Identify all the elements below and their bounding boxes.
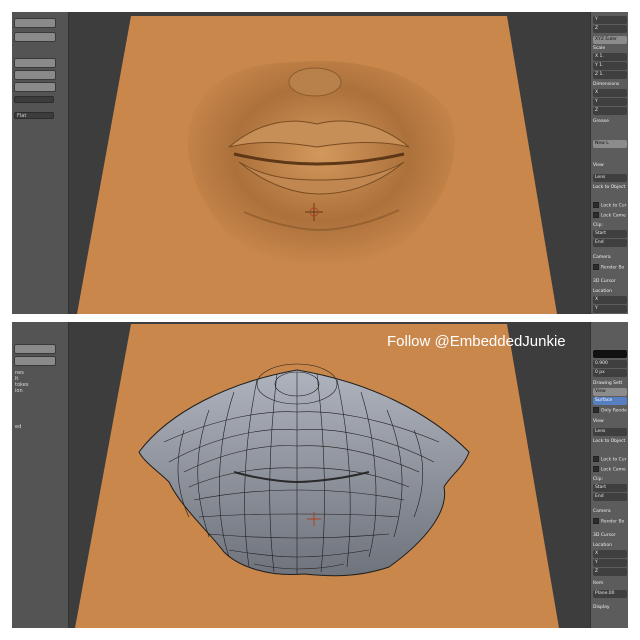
clip-end-field[interactable]: End (593, 239, 627, 247)
render-border-checkbox[interactable]: Render Bo (593, 518, 627, 526)
properties-panel: 0.900 0 px Drawing Sett View Surface Onl… (590, 322, 628, 628)
cursor-z-field[interactable]: Z (593, 568, 627, 576)
prop-field[interactable]: Y (593, 16, 627, 24)
color-swatch[interactable] (593, 350, 627, 358)
cursor-y-field[interactable]: Y (593, 305, 627, 313)
philtrum-bump (288, 67, 342, 97)
rotation-mode-select[interactable]: XYZ Euler (593, 36, 627, 44)
camera-header[interactable]: Camera (593, 508, 627, 516)
view-header[interactable]: View (593, 418, 627, 426)
properties-panel: Y Z XYZ Euler Scale X 1. Y 1. Z 1. Dimen… (590, 12, 628, 314)
tool-button[interactable] (14, 356, 56, 366)
dim-z-field[interactable]: Z (593, 107, 627, 115)
3d-cursor-header[interactable]: 3D Cursor (593, 278, 627, 286)
3d-cursor-header[interactable]: 3D Cursor (593, 532, 627, 540)
3d-viewport[interactable] (69, 322, 590, 628)
cursor-x-field[interactable]: X (593, 296, 627, 304)
clip-start-field[interactable]: Start (593, 230, 627, 238)
watermark-text: Follow @EmbeddedJunkie (387, 333, 566, 350)
lock-to-cursor-checkbox[interactable]: Lock to Cur (593, 456, 627, 464)
cursor-y-field[interactable]: Y (593, 559, 627, 567)
tool-field[interactable] (14, 96, 54, 103)
prop-label: Lock to Object (593, 439, 626, 444)
tool-label: ed (15, 424, 22, 430)
prop-field[interactable]: Z (593, 25, 627, 33)
mesh-scene (75, 324, 559, 628)
tool-button[interactable] (14, 70, 56, 80)
tool-label: ion (15, 388, 23, 394)
prop-label: Lock to Object (593, 185, 626, 190)
flat-field[interactable]: Flat (14, 112, 54, 119)
sculpt-scene (77, 16, 557, 314)
prop-label: Location (593, 289, 613, 294)
3d-viewport[interactable] (69, 12, 590, 314)
surface-mode-button[interactable]: Surface (593, 397, 627, 405)
view-mode-button[interactable]: View (593, 388, 627, 396)
prop-label: Clip: (593, 223, 604, 228)
lens-field[interactable]: Lens (593, 428, 627, 436)
scale-y-field[interactable]: Y 1. (593, 62, 627, 70)
clip-start-field[interactable]: Start (593, 484, 627, 492)
prop-label: Dimensions (593, 82, 620, 87)
cursor-x-field[interactable]: X (593, 550, 627, 558)
item-header[interactable]: Item (593, 580, 627, 588)
tool-shelf: Flat (12, 12, 69, 314)
lock-camera-checkbox[interactable]: Lock Came (593, 466, 627, 474)
scale-z-field[interactable]: Z 1. (593, 71, 627, 79)
prop-label: Clip: (593, 477, 604, 482)
prop-label: Drawing Sett (593, 381, 623, 386)
grease-pencil-header[interactable]: Grease (593, 118, 627, 126)
lock-to-cursor-checkbox[interactable]: Lock to Cur (593, 202, 627, 210)
lock-camera-checkbox[interactable]: Lock Came (593, 212, 627, 220)
display-header[interactable]: Display (593, 604, 627, 612)
scale-x-field[interactable]: X 1. (593, 53, 627, 61)
tool-button[interactable] (14, 82, 56, 92)
bottom-blender-window: nes lt tokes ion ed 0.900 0 px Drawing S… (12, 322, 628, 628)
lens-field[interactable]: Lens (593, 174, 627, 182)
top-blender-window: Flat Y Z XYZ Euler Scale X 1. Y 1. Z 1. … (12, 12, 628, 314)
tool-button[interactable] (14, 58, 56, 68)
dim-y-field[interactable]: Y (593, 98, 627, 106)
prop-label: Location (593, 543, 613, 548)
tool-button[interactable] (14, 18, 56, 28)
view-header[interactable]: View (593, 162, 627, 170)
only-render-checkbox[interactable]: Only Rende (593, 407, 627, 415)
tool-button[interactable] (14, 32, 56, 42)
render-border-checkbox[interactable]: Render Bo (593, 264, 627, 272)
tool-shelf: nes lt tokes ion ed (12, 322, 69, 628)
prop-label: Scale (593, 46, 606, 51)
object-name-field[interactable]: Plane.00 (593, 590, 627, 598)
thickness-field[interactable]: 0 px (593, 369, 627, 377)
clip-end-field[interactable]: End (593, 493, 627, 501)
new-layer-button[interactable]: New L (593, 140, 627, 148)
camera-header[interactable]: Camera (593, 254, 627, 262)
dim-x-field[interactable]: X (593, 89, 627, 97)
tool-button[interactable] (14, 344, 56, 354)
opacity-field[interactable]: 0.900 (593, 360, 627, 368)
